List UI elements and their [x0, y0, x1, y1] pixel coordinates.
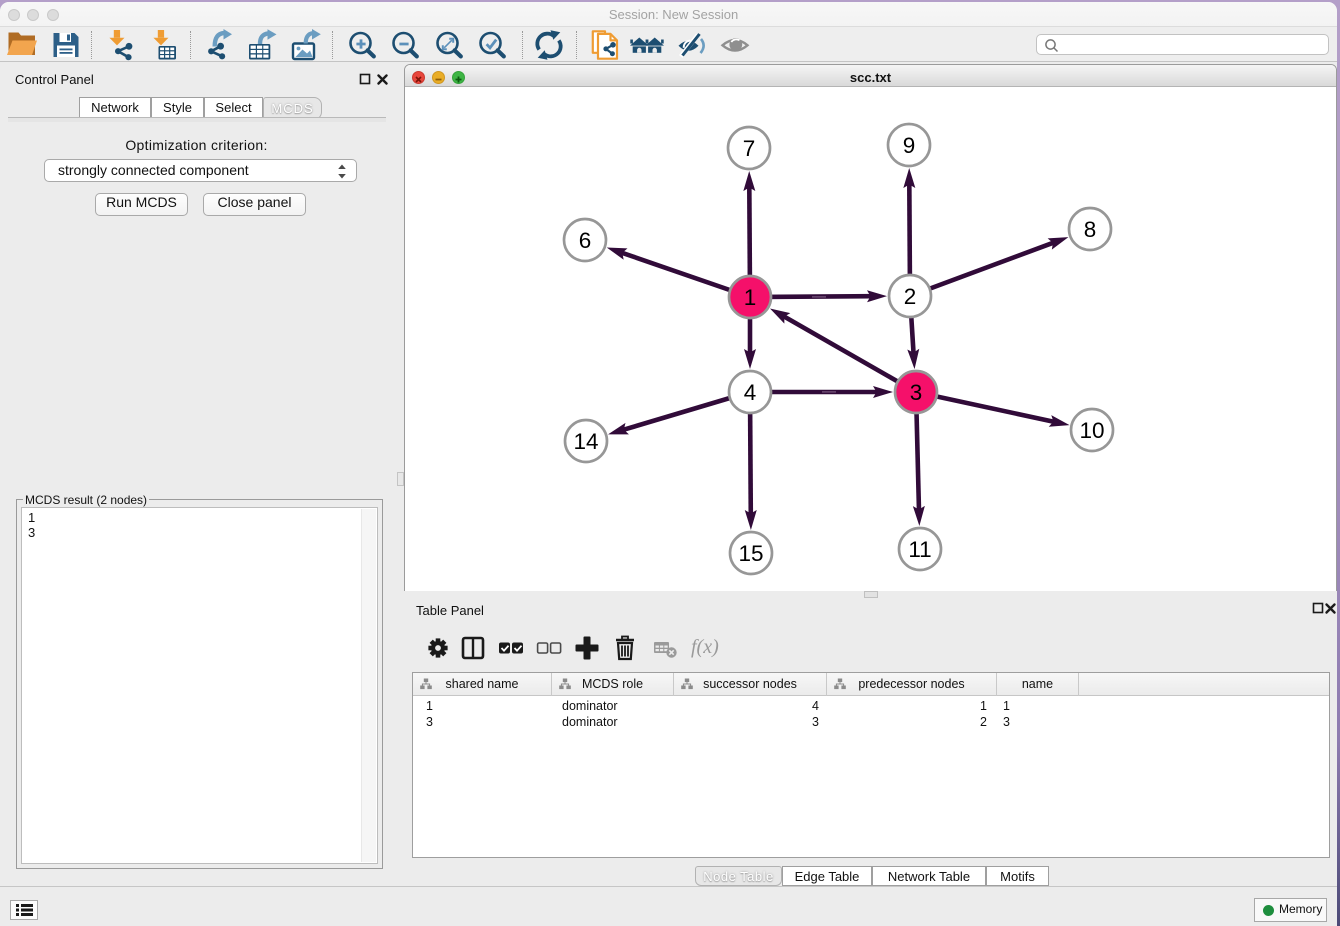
svg-text:15: 15 [738, 541, 763, 566]
svg-text:8: 8 [1084, 217, 1097, 242]
svg-text:9: 9 [903, 133, 916, 158]
svg-text:1: 1 [744, 285, 757, 310]
svg-text:2: 2 [904, 284, 917, 309]
svg-text:6: 6 [579, 228, 592, 253]
svg-text:11: 11 [908, 537, 931, 562]
svg-text:10: 10 [1079, 418, 1104, 443]
svg-text:4: 4 [744, 380, 757, 405]
svg-text:14: 14 [573, 429, 598, 454]
svg-text:3: 3 [910, 380, 923, 405]
svg-text:7: 7 [743, 136, 756, 161]
